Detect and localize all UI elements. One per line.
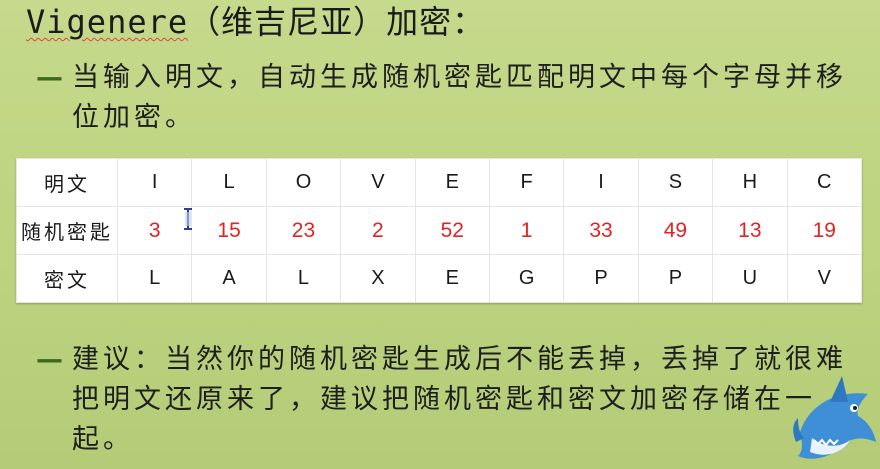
- row-label-ciphertext: 密文: [16, 254, 118, 303]
- bullet-suggestion: — 建议：当然你的随机密匙生成后不能丢掉，丢掉了就很难把明文还原来了，建议把随机…: [36, 340, 866, 460]
- table-cell: 49: [637, 206, 714, 255]
- title-chinese: （维吉尼亚）加密：: [188, 3, 486, 41]
- plaintext-row: 明文 I L O V E F I S H C: [16, 158, 863, 207]
- table-cell: P: [637, 254, 714, 303]
- table-cell: 52: [414, 206, 490, 255]
- table-cell: 13: [712, 206, 788, 255]
- bullet-marker: —: [36, 62, 63, 93]
- table-cell: 23: [265, 206, 342, 255]
- table-cell: V: [786, 254, 863, 303]
- table-cell: O: [265, 158, 342, 207]
- table-cell: I: [563, 158, 639, 207]
- table-cell: L: [116, 254, 193, 303]
- row-label-random-key: 随机密匙: [16, 206, 118, 255]
- table-cell: 19: [786, 206, 863, 255]
- table-cell: V: [340, 158, 416, 207]
- text-cursor-icon: [184, 208, 192, 230]
- table-cell: I: [116, 158, 193, 207]
- ciphertext-row: 密文 L A L X E G P P U V: [16, 254, 863, 303]
- table-cell: X: [340, 254, 416, 303]
- table-cell: 2: [340, 206, 416, 255]
- table-cell: A: [191, 254, 267, 303]
- table-cell: F: [488, 158, 565, 207]
- cipher-table: 明文 I L O V E F I S H C 随机密匙 3 15 23 2 52…: [16, 158, 863, 303]
- table-cell: P: [563, 254, 639, 303]
- title-latin: Vigenere: [26, 3, 189, 41]
- table-cell: 15: [191, 206, 267, 255]
- table-cell: L: [191, 158, 267, 207]
- table-cell: C: [786, 158, 863, 207]
- table-cell: L: [265, 254, 342, 303]
- row-label-plaintext: 明文: [16, 158, 118, 207]
- table-cell: 1: [488, 206, 565, 255]
- table-cell: 33: [563, 206, 639, 255]
- table-cell: E: [414, 158, 490, 207]
- table-cell: H: [712, 158, 788, 207]
- shark-mascot-icon: [793, 376, 876, 459]
- table-cell: G: [488, 254, 565, 303]
- bullet-auto-key: — 当输入明文，自动生成随机密匙匹配明文中每个字母并移位加密。: [36, 58, 866, 138]
- bullet-text: 当输入明文，自动生成随机密匙匹配明文中每个字母并移位加密。: [72, 62, 847, 133]
- table-cell: 3: [116, 206, 193, 255]
- slide-title: Vigenere（维吉尼亚）加密：: [26, 2, 485, 42]
- bullet-marker: —: [36, 344, 63, 375]
- table-cell: E: [414, 254, 490, 303]
- table-cell: S: [637, 158, 714, 207]
- table-cell: U: [712, 254, 788, 303]
- random-key-row: 随机密匙 3 15 23 2 52 1 33 49 13 19: [16, 206, 863, 255]
- bullet-text: 建议：当然你的随机密匙生成后不能丢掉，丢掉了就很难把明文还原来了，建议把随机密匙…: [72, 344, 847, 455]
